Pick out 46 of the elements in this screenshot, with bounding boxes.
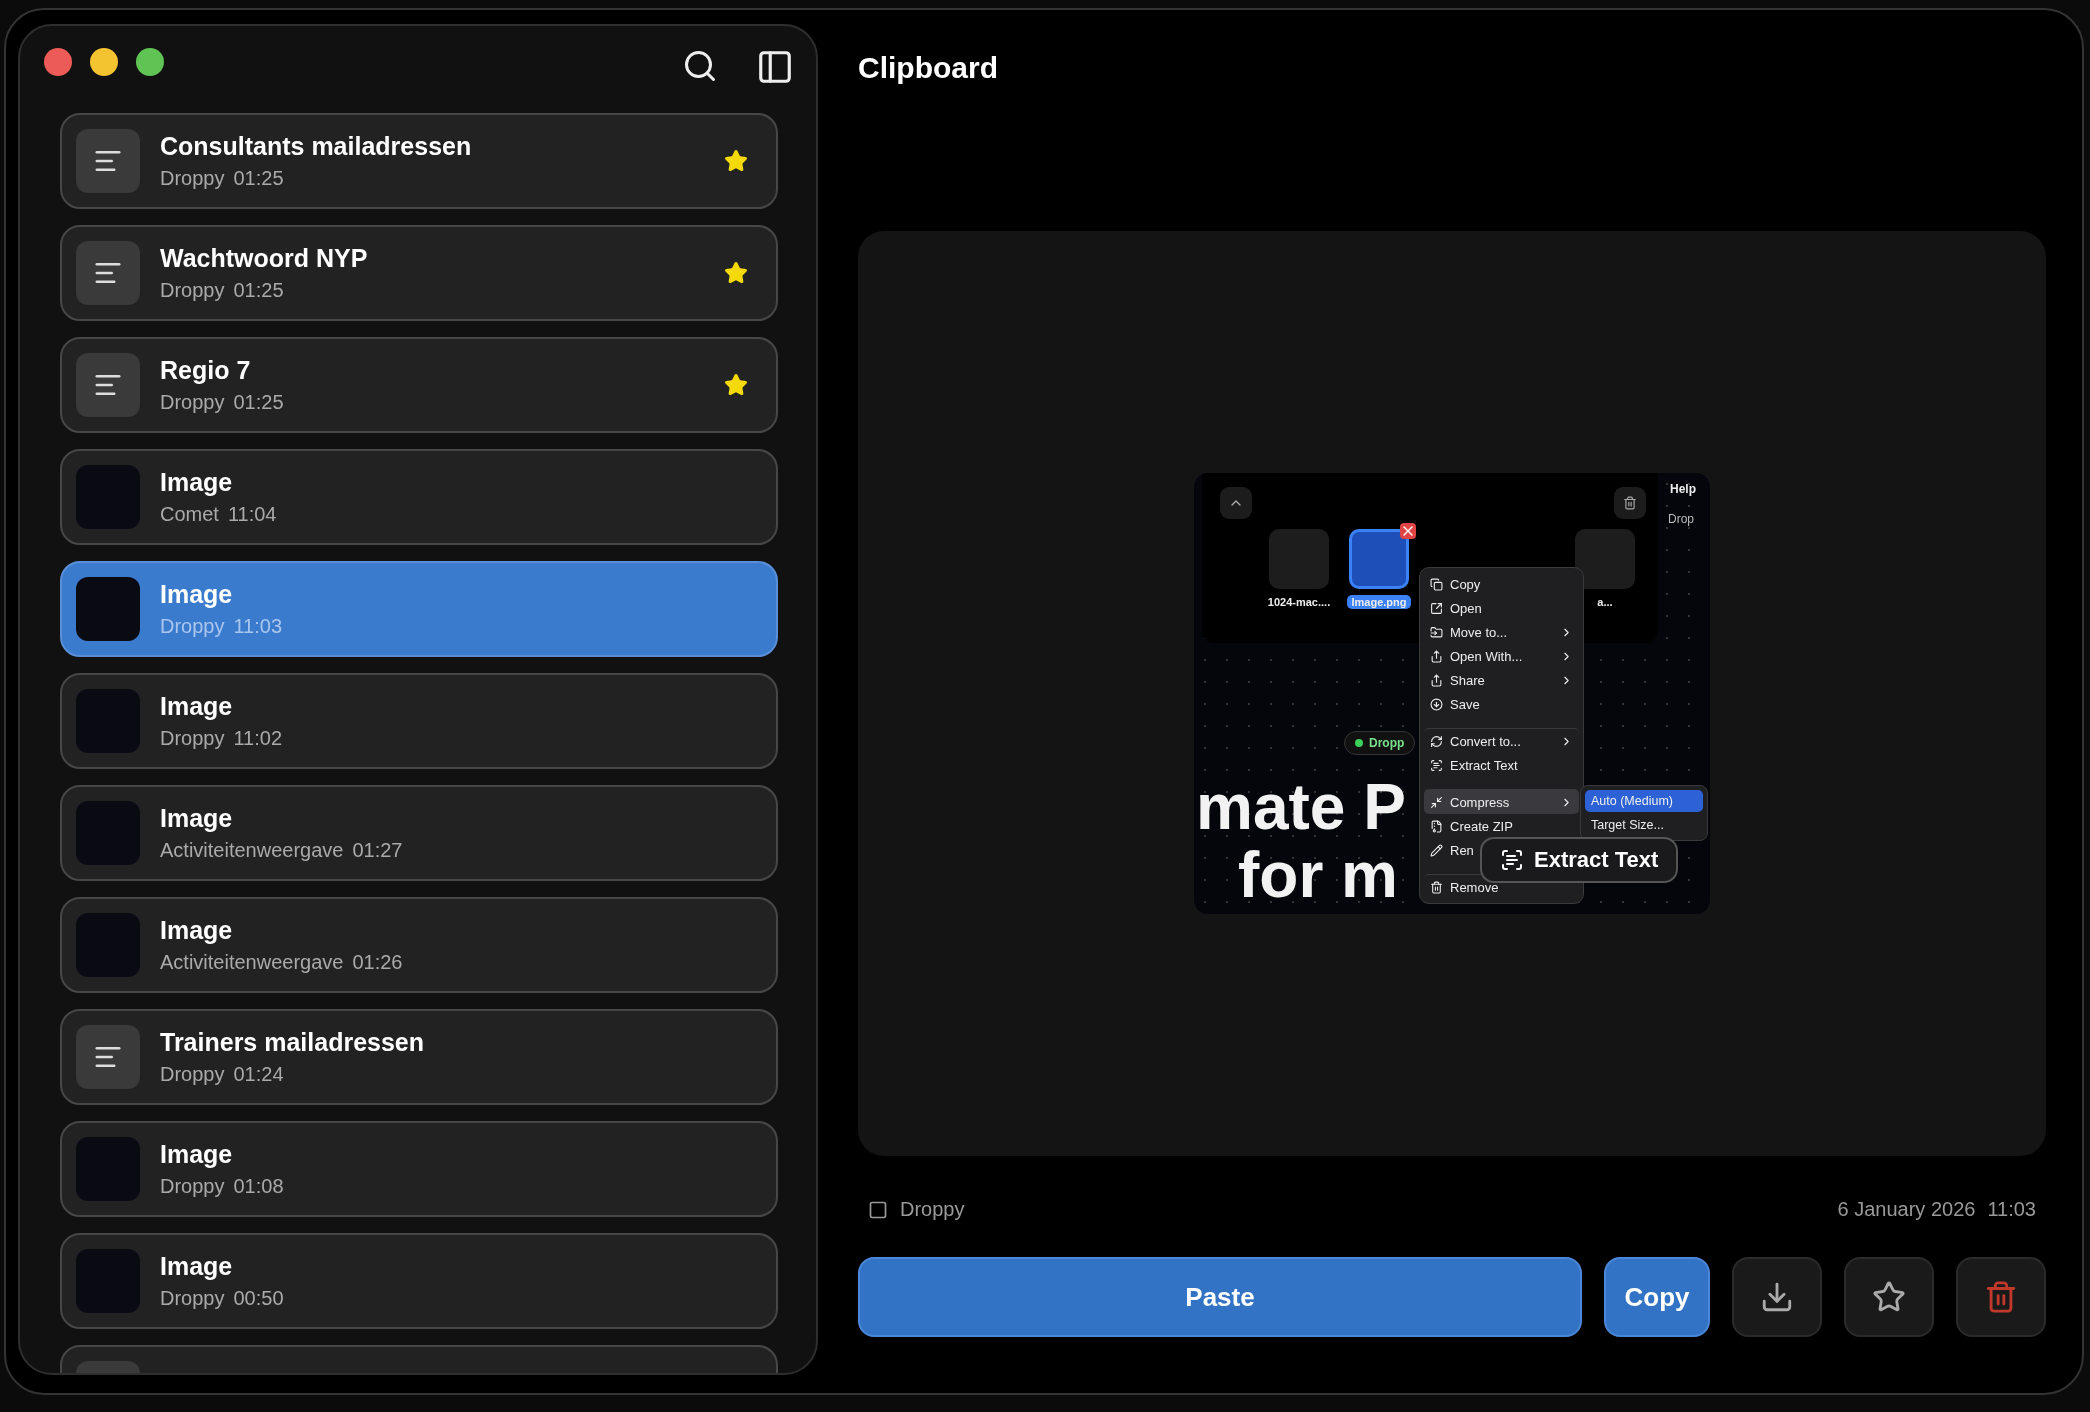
item-source: Droppy	[160, 1287, 225, 1310]
item-time: 01:24	[233, 1063, 284, 1086]
item-title: Image	[160, 1140, 234, 1169]
date-text: 6 January 2026	[1837, 1198, 1976, 1221]
page-title: Clipboard	[858, 50, 999, 86]
file-name: 1024-mac....	[1266, 595, 1332, 609]
item-time: 01:26	[352, 951, 403, 974]
window-label: Drop	[1668, 512, 1694, 526]
item-source: Activiteitenweergave	[160, 951, 344, 974]
file-name: a...	[1596, 595, 1614, 609]
item-title: Image	[160, 468, 234, 497]
item-source: Activiteitenweergave	[160, 839, 344, 862]
item-title: Image	[160, 804, 234, 833]
item-source: Comet	[160, 503, 219, 526]
item-time: 01:25	[233, 167, 284, 190]
item-time: 00:50	[233, 1287, 284, 1310]
item-source: Droppy	[160, 391, 225, 414]
item-source: Droppy	[160, 615, 225, 638]
tooltip: Extract Text	[1480, 837, 1679, 883]
headline-text: for m	[1238, 841, 1399, 909]
item-title: Image	[160, 580, 234, 609]
item-title: Image	[160, 692, 234, 721]
item-title: Trainers mailadressen	[160, 1028, 426, 1057]
item-title: Image	[160, 916, 234, 945]
item-source: Droppy	[160, 167, 225, 190]
item-title: Regio 7	[160, 356, 252, 385]
time-text: 11:03	[1987, 1198, 2036, 1221]
item-source: Droppy	[160, 1063, 225, 1086]
status-pill: Dropp	[1344, 731, 1416, 755]
item-title: Consultants mailadressen	[160, 132, 473, 161]
item-time: 11:03	[233, 615, 283, 638]
file-name: Image.png	[1347, 595, 1411, 609]
item-source: Droppy	[160, 1175, 225, 1198]
item-time: 01:27	[352, 839, 403, 862]
item-time: 01:25	[233, 279, 284, 302]
item-title: Image	[160, 1252, 234, 1281]
item-time: 11:02	[233, 727, 283, 750]
source-app: Droppy	[900, 1198, 965, 1221]
headline-text: mate P	[1196, 773, 1406, 841]
item-time: 01:08	[233, 1175, 284, 1198]
item-title: Wachtwoord NYP	[160, 244, 369, 273]
item-source: Droppy	[160, 727, 225, 750]
item-source: Droppy	[160, 279, 225, 302]
item-time: 11:04	[227, 503, 277, 526]
item-time: 01:25	[233, 391, 284, 414]
menu-bar-text: Help	[1670, 482, 1696, 496]
